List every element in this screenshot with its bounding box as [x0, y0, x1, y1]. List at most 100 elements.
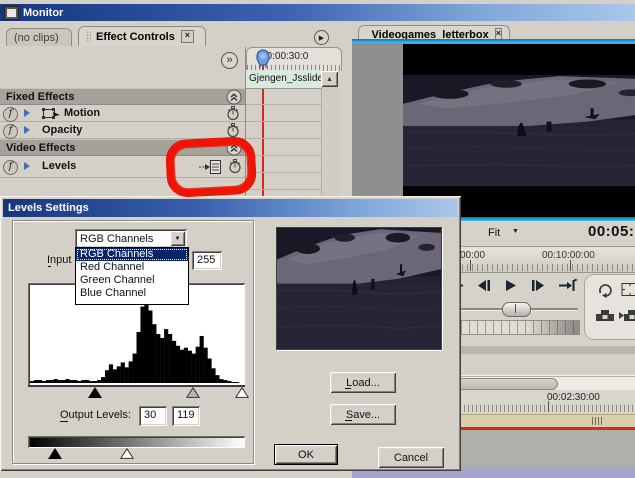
- channel-option-blue[interactable]: Blue Channel: [76, 287, 188, 300]
- ruler-major-tick: [470, 260, 471, 271]
- load-button-label: Load...: [346, 376, 380, 389]
- opacity-label: Opacity: [42, 124, 83, 136]
- motion-label: Motion: [64, 107, 101, 119]
- window-titlebar[interactable]: Monitor: [0, 4, 635, 21]
- tab-effect-controls[interactable]: Effect Controls ×: [78, 26, 206, 46]
- show-hide-icon: »: [226, 53, 233, 66]
- expand-triangle-icon[interactable]: [24, 126, 30, 134]
- levels-label: Levels: [42, 160, 77, 172]
- output-low-field[interactable]: 30: [139, 406, 167, 426]
- effect-enable-toggle[interactable]: f: [3, 107, 18, 122]
- extract-icon[interactable]: [619, 308, 635, 322]
- input-levels-label: Input: [47, 254, 72, 266]
- output-low-value: 30: [144, 409, 157, 421]
- output-gradient-bar: [28, 436, 245, 448]
- effect-enable-toggle[interactable]: f: [3, 160, 18, 175]
- input-high-value: 255: [197, 254, 216, 266]
- clip-name: Gjengen_Jsslide: [249, 73, 321, 84]
- input-high-field[interactable]: 255: [192, 251, 222, 270]
- output-slider-strip: [28, 448, 245, 460]
- mnemonic-underline: [60, 421, 68, 422]
- channel-option-rgb[interactable]: RGB Channels: [76, 248, 188, 261]
- step-forward-icon[interactable]: [530, 279, 546, 292]
- tab-no-clips-label: (no clips): [14, 31, 59, 44]
- mnemonic-underline: [345, 388, 351, 389]
- zoom-dropdown-arrow-icon[interactable]: ▼: [512, 228, 519, 235]
- video-picture: [403, 75, 635, 186]
- monitor-tools-panel: [584, 274, 635, 340]
- channel-option-red[interactable]: Red Channel: [76, 261, 188, 274]
- levels-settings-dialog: Levels Settings RGB Channels ▼ Input 255: [0, 196, 461, 471]
- save-button[interactable]: Save...: [330, 404, 396, 425]
- mnemonic-underline: [345, 420, 352, 421]
- input-black-slider[interactable]: [88, 387, 102, 398]
- play-icon[interactable]: [504, 279, 518, 292]
- window-title: Monitor: [23, 6, 64, 19]
- program-timecode[interactable]: 00:05:0: [588, 223, 635, 240]
- dialog-title: Levels Settings: [8, 202, 89, 214]
- fx-glyph: f: [8, 125, 13, 136]
- effect-enable-toggle[interactable]: f: [3, 124, 18, 139]
- output-levels-label: Output Levels:: [60, 409, 131, 421]
- go-to-out-icon[interactable]: [558, 278, 578, 292]
- shuttle-handle-line: [515, 304, 516, 313]
- show-hide-effects-button[interactable]: »: [221, 52, 238, 69]
- clip-row-left: [0, 70, 245, 89]
- timeline-major-tick: [548, 401, 549, 412]
- channel-option-green[interactable]: Green Channel: [76, 274, 188, 287]
- ruler-label-left: 00:00: [460, 250, 486, 261]
- collapse-section-icon[interactable]: [226, 89, 242, 105]
- output-white-slider[interactable]: [120, 448, 134, 459]
- jog-shade: [461, 321, 579, 334]
- mnemonic-underline: [48, 266, 51, 267]
- output-black-slider[interactable]: [48, 448, 62, 459]
- timeline-ruler-label-right: 00:02:30:00: [547, 392, 600, 403]
- load-button[interactable]: Load...: [330, 372, 396, 393]
- preview-thumbnail: [276, 227, 442, 350]
- program-video-frame: [403, 44, 635, 217]
- ruler-label-right: 00:10:00:00: [542, 250, 595, 261]
- cancel-button[interactable]: Cancel: [378, 447, 444, 468]
- dialog-titlebar[interactable]: Levels Settings: [3, 199, 458, 217]
- input-gray-slider[interactable]: [186, 387, 200, 398]
- panel-menu-button[interactable]: ▶: [314, 30, 329, 45]
- channel-select-arrow-button[interactable]: ▼: [170, 231, 185, 246]
- zoom-level-value[interactable]: Fit: [488, 227, 500, 239]
- cancel-button-label: Cancel: [393, 451, 429, 464]
- safe-margins-icon[interactable]: [621, 282, 635, 297]
- effect-row-motion[interactable]: f Motion: [0, 105, 245, 122]
- expand-triangle-icon[interactable]: [24, 109, 30, 117]
- channel-dropdown-list[interactable]: RGB Channels Red Channel Green Channel B…: [75, 247, 189, 305]
- input-slider-strip: [28, 387, 249, 399]
- lift-icon[interactable]: [595, 308, 615, 322]
- ruler-major-tick: [570, 260, 571, 271]
- output-high-value: 119: [177, 409, 195, 421]
- tab-grip: [86, 31, 91, 42]
- fixed-effects-header: Fixed Effects: [0, 88, 245, 105]
- scroll-up-button[interactable]: ▲: [321, 71, 338, 87]
- stopwatch-icon[interactable]: [226, 106, 240, 121]
- monitor-app-icon: [4, 5, 19, 20]
- jog-strip[interactable]: [460, 320, 580, 335]
- premiere-monitor-window: Monitor (no clips) Effect Controls × ▶ »…: [0, 0, 635, 478]
- scroll-up-icon: ▲: [326, 75, 333, 83]
- clip-name-cell[interactable]: Gjengen_Jsslide: [246, 70, 321, 89]
- loop-icon[interactable]: [597, 282, 614, 298]
- expand-triangle-icon[interactable]: [24, 162, 30, 170]
- fixed-effects-label: Fixed Effects: [6, 90, 75, 103]
- red-annotation-circle: [165, 137, 257, 197]
- ok-button-label: OK: [298, 448, 314, 461]
- work-area-marker[interactable]: [592, 417, 604, 425]
- output-high-field[interactable]: 119: [172, 406, 200, 426]
- ec-scrollbar-track[interactable]: [321, 87, 339, 196]
- tab-no-clips[interactable]: (no clips): [6, 28, 72, 46]
- step-back-icon[interactable]: [476, 279, 492, 292]
- shuttle-handle[interactable]: [502, 302, 531, 317]
- ok-button[interactable]: OK: [274, 444, 338, 465]
- dropdown-arrow-icon: ▼: [174, 235, 181, 242]
- channel-select[interactable]: RGB Channels ▼: [75, 229, 187, 248]
- tab-close-icon[interactable]: ×: [180, 30, 194, 43]
- program-video-area: [352, 43, 635, 217]
- thumbnail-picture: [277, 228, 441, 349]
- input-white-slider[interactable]: [235, 387, 249, 398]
